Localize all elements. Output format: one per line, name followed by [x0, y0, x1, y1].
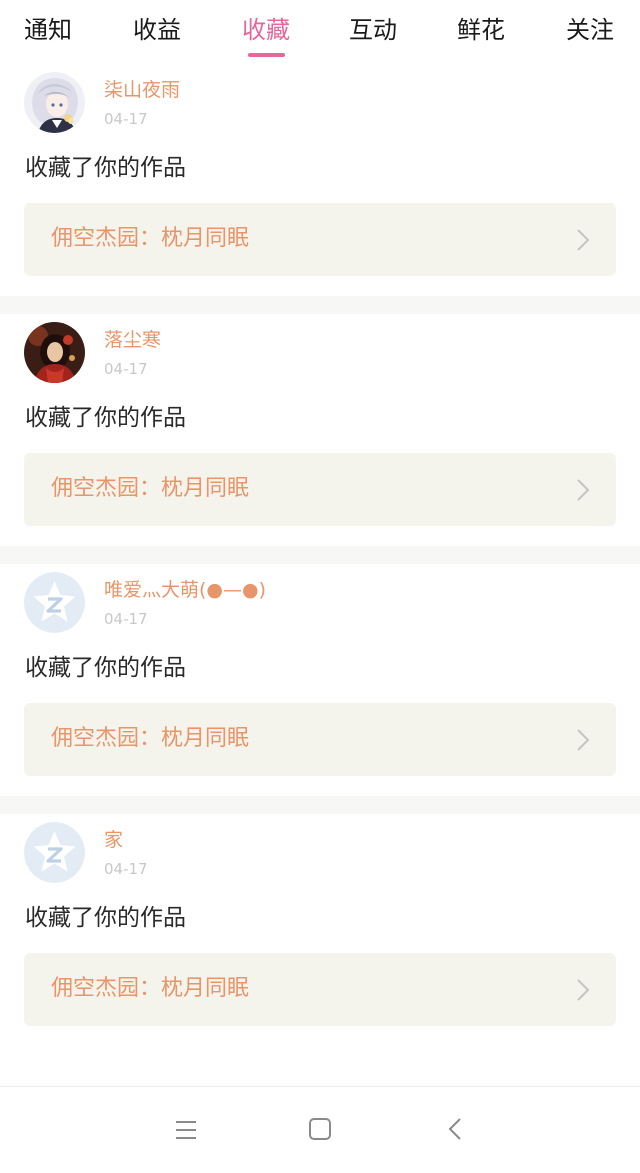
avatar[interactable]	[24, 572, 85, 633]
work-title: 佣空杰园：枕月同眠	[51, 476, 250, 501]
anime-character-avatar-icon	[24, 72, 85, 133]
action-text: 收藏了你的作品	[25, 155, 186, 181]
username[interactable]: 柒山夜雨	[104, 76, 180, 104]
divider	[0, 296, 640, 314]
portrait-avatar-icon	[24, 322, 85, 383]
action-text: 收藏了你的作品	[25, 655, 186, 681]
divider	[0, 546, 640, 564]
work-title: 佣空杰园：枕月同眠	[51, 976, 250, 1001]
top-tab-bar: 通知 收益 收藏 互动 鲜花 关注	[0, 0, 640, 64]
list-item: 落尘寒 04-17 收藏了你的作品 佣空杰园：枕月同眠	[0, 314, 640, 546]
chevron-right-icon	[577, 479, 590, 501]
favorites-feed: 柒山夜雨 04-17 收藏了你的作品 佣空杰园：枕月同眠 落尘寒 04-17 收…	[0, 64, 640, 1046]
work-title: 佣空杰园：枕月同眠	[51, 726, 250, 751]
timestamp: 04-17	[104, 360, 148, 378]
tab-notifications[interactable]: 通知	[24, 12, 72, 48]
username[interactable]: 家	[104, 826, 123, 854]
work-link-card[interactable]: 佣空杰园：枕月同眠	[24, 953, 616, 1026]
work-link-card[interactable]: 佣空杰园：枕月同眠	[24, 703, 616, 776]
action-text: 收藏了你的作品	[25, 405, 186, 431]
default-star-avatar-icon	[24, 822, 85, 883]
tab-flowers[interactable]: 鲜花	[457, 12, 505, 48]
chevron-right-icon	[577, 979, 590, 1001]
back-chevron-icon[interactable]	[440, 1115, 472, 1145]
timestamp: 04-17	[104, 610, 148, 628]
default-star-avatar-icon	[24, 572, 85, 633]
avatar[interactable]	[24, 822, 85, 883]
timestamp: 04-17	[104, 860, 148, 878]
menu-icon[interactable]	[170, 1115, 202, 1145]
chevron-right-icon	[577, 229, 590, 251]
divider	[0, 796, 640, 814]
username[interactable]: 落尘寒	[104, 326, 161, 354]
avatar[interactable]	[24, 72, 85, 133]
action-text: 收藏了你的作品	[25, 905, 186, 931]
list-item: 唯爱灬大萌(●—●) 04-17 收藏了你的作品 佣空杰园：枕月同眠	[0, 564, 640, 796]
work-link-card[interactable]: 佣空杰园：枕月同眠	[24, 203, 616, 276]
chevron-right-icon	[577, 729, 590, 751]
active-tab-indicator	[248, 53, 285, 57]
tab-follows[interactable]: 关注	[566, 12, 614, 48]
timestamp: 04-17	[104, 110, 148, 128]
system-nav-bar	[0, 1086, 640, 1173]
tab-interactions[interactable]: 互动	[349, 12, 397, 48]
work-title: 佣空杰园：枕月同眠	[51, 226, 250, 251]
username[interactable]: 唯爱灬大萌(●—●)	[104, 576, 266, 604]
list-item: 家 04-17 收藏了你的作品 佣空杰园：枕月同眠	[0, 814, 640, 1046]
home-square-icon[interactable]	[304, 1115, 336, 1145]
list-item: 柒山夜雨 04-17 收藏了你的作品 佣空杰园：枕月同眠	[0, 64, 640, 296]
avatar[interactable]	[24, 322, 85, 383]
tab-earnings[interactable]: 收益	[133, 12, 181, 48]
tab-favorites[interactable]: 收藏	[242, 12, 290, 48]
work-link-card[interactable]: 佣空杰园：枕月同眠	[24, 453, 616, 526]
